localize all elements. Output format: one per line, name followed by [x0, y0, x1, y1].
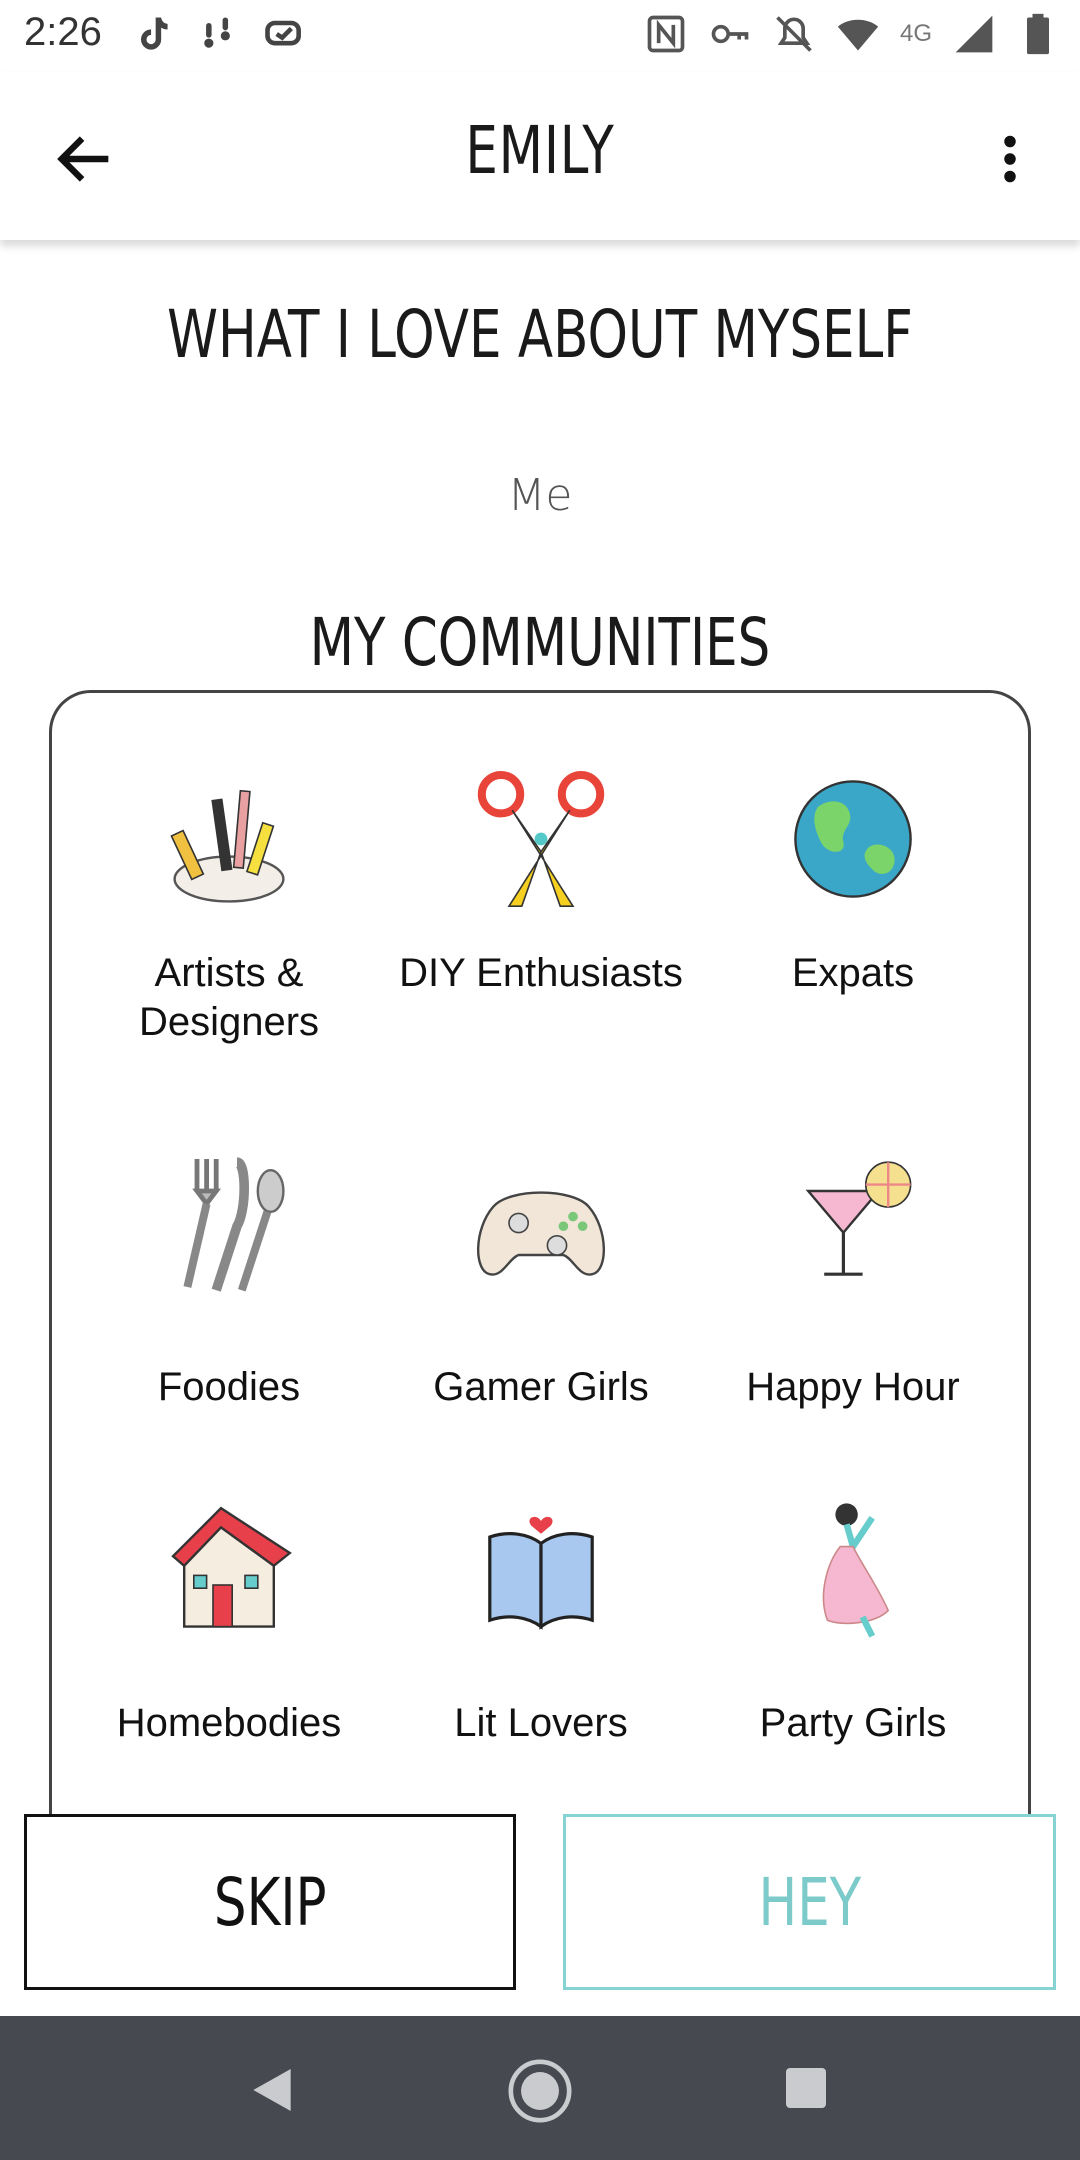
community-happy-hour[interactable]: Happy Hour [703, 1143, 1003, 1412]
network-type: 4G [899, 20, 932, 47]
skip-button[interactable]: SKIP [24, 1814, 516, 1990]
community-diy-enthusiasts[interactable]: DIY Enthusiasts [391, 759, 691, 998]
scissors-icon [461, 759, 621, 919]
skip-label: SKIP [213, 1863, 327, 1941]
game-controller-icon [461, 1143, 621, 1303]
mute-icon [772, 12, 816, 56]
back-button[interactable] [50, 124, 120, 194]
more-vert-icon [1004, 135, 1016, 183]
community-label: Homebodies [116, 1701, 342, 1745]
art-supplies-icon [149, 759, 309, 919]
cocktail-icon [773, 1143, 933, 1303]
triangle-back-icon [253, 2069, 291, 2111]
globe-icon [773, 759, 933, 919]
community-expats[interactable]: Expats [703, 759, 1003, 998]
app-icon [262, 12, 306, 56]
status-bar: 2:26 4G [0, 0, 1080, 72]
battery-icon [1016, 12, 1060, 56]
nav-back-button[interactable] [244, 2062, 300, 2118]
community-label: Artists & Designers [138, 951, 320, 1044]
circle-home-icon [508, 2059, 572, 2123]
community-label: DIY Enthusiasts [399, 951, 683, 995]
community-label: Happy Hour [746, 1365, 960, 1409]
profile-name: EMILY [465, 112, 615, 189]
cutlery-icon [149, 1143, 309, 1303]
community-lit-lovers[interactable]: Lit Lovers [391, 1489, 691, 1748]
communities-heading: MY COMMUNITIES [309, 604, 771, 681]
community-artists-designers[interactable]: Artists & Designers [79, 759, 379, 1047]
about-heading: WHAT I LOVE ABOUT MYSELF [167, 296, 913, 373]
status-time: 2:26 [24, 10, 102, 54]
about-text: Me [507, 470, 573, 521]
community-foodies[interactable]: Foodies [79, 1143, 379, 1412]
wifi-icon [836, 12, 880, 56]
arrow-back-icon [57, 136, 109, 182]
house-icon [149, 1489, 309, 1649]
community-label: Expats [791, 951, 915, 995]
community-label: Party Girls [759, 1701, 947, 1745]
community-label: Gamer Girls [433, 1365, 649, 1409]
community-homebodies[interactable]: Homebodies [79, 1489, 379, 1748]
dancer-icon [773, 1489, 933, 1649]
hey-button[interactable]: HEY [563, 1814, 1056, 1990]
community-label: Foodies [157, 1365, 301, 1409]
nav-home-button[interactable] [505, 2056, 575, 2126]
hey-label: HEY [758, 1863, 861, 1941]
nfc-icon [644, 12, 688, 56]
community-gamer-girls[interactable]: Gamer Girls [391, 1143, 691, 1412]
app-bar: EMILY [0, 72, 1080, 240]
communities-grid: Artists & Designers DIY Enthusiasts Expa… [49, 690, 1031, 1830]
nav-recents-button[interactable] [782, 2064, 830, 2112]
signal-icon [952, 12, 996, 56]
tiktok-icon [130, 12, 174, 56]
community-label: Lit Lovers [454, 1701, 628, 1745]
notification-icon [196, 12, 240, 56]
more-options-button[interactable] [980, 124, 1040, 194]
navigation-bar [0, 2016, 1080, 2160]
vpn-key-icon [708, 12, 752, 56]
book-icon [461, 1489, 621, 1649]
community-party-girls[interactable]: Party Girls [703, 1489, 1003, 1748]
square-recents-icon [786, 2068, 826, 2108]
